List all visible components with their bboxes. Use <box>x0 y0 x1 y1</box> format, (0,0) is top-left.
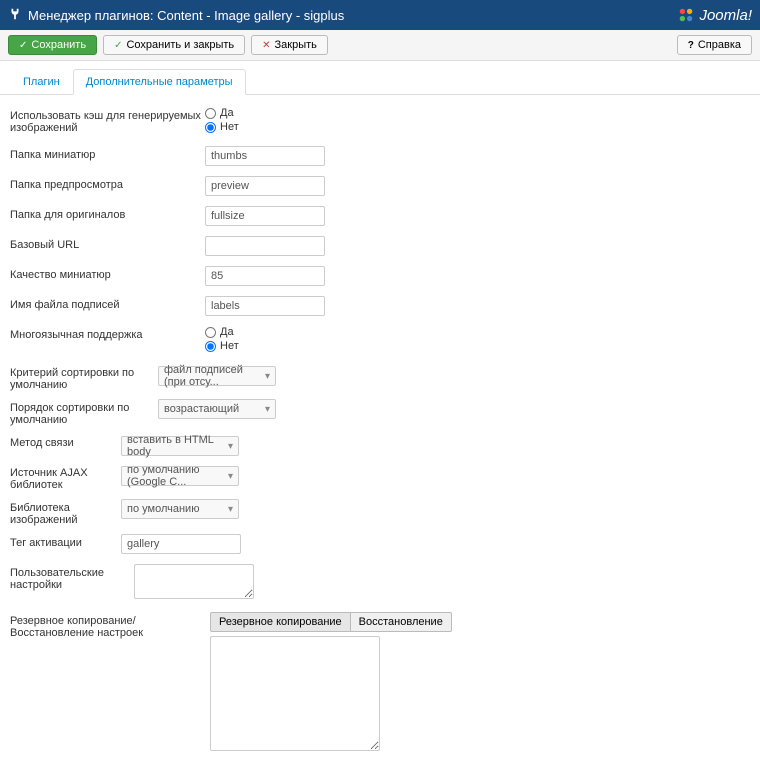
tab-plugin[interactable]: Плагин <box>10 69 73 94</box>
joomla-logo: Joomla! <box>677 6 752 24</box>
fullsize-folder-input[interactable] <box>205 206 325 226</box>
multilang-radio-group: Да Нет <box>205 326 239 352</box>
check-icon <box>114 39 122 51</box>
title-left: Менеджер плагинов: Content - Image galle… <box>8 7 344 24</box>
label-labels-file: Имя файла подписей <box>10 296 205 311</box>
thumb-quality-input[interactable] <box>205 266 325 286</box>
label-linkage: Метод связи <box>10 434 121 449</box>
restore-button[interactable]: Восстановление <box>351 612 452 632</box>
help-icon <box>688 39 694 51</box>
save-button[interactable]: Сохранить <box>8 35 97 55</box>
label-base-url: Базовый URL <box>10 236 205 251</box>
label-sort-criterion: Критерий сортировки по умолчанию <box>10 364 158 391</box>
multilang-no[interactable]: Нет <box>205 340 239 352</box>
form-content: Использовать кэш для генерируемых изобра… <box>0 95 760 774</box>
label-thumb-quality: Качество миниатюр <box>10 266 205 281</box>
close-button[interactable]: Закрыть <box>251 35 328 55</box>
sort-criterion-select[interactable]: файл подписей (при отсу... <box>158 366 276 386</box>
thumb-folder-input[interactable] <box>205 146 325 166</box>
save-close-button[interactable]: Сохранить и закрыть <box>103 35 245 55</box>
use-cache-yes[interactable]: Да <box>205 107 239 119</box>
preview-folder-input[interactable] <box>205 176 325 196</box>
label-img-library: Библиотека изображений <box>10 499 121 526</box>
check-icon <box>19 39 27 51</box>
multilang-yes[interactable]: Да <box>205 326 239 338</box>
label-preview-folder: Папка предпросмотра <box>10 176 205 191</box>
close-icon <box>262 39 270 51</box>
user-settings-textarea[interactable] <box>134 564 254 599</box>
label-fullsize-folder: Папка для оригиналов <box>10 206 205 221</box>
toolbar-left: Сохранить Сохранить и закрыть Закрыть <box>8 35 328 55</box>
label-multilang: Многоязычная поддержка <box>10 326 205 341</box>
activation-tag-input[interactable] <box>121 534 241 554</box>
ajax-source-select[interactable]: по умолчанию (Google C... <box>121 466 239 486</box>
title-bar: Менеджер плагинов: Content - Image galle… <box>0 0 760 30</box>
linkage-select[interactable]: вставить в HTML body <box>121 436 239 456</box>
label-sort-order: Порядок сортировки по умолчанию <box>10 399 158 426</box>
sort-order-select[interactable]: возрастающий <box>158 399 276 419</box>
label-use-cache: Использовать кэш для генерируемых изобра… <box>10 107 205 134</box>
tab-advanced[interactable]: Дополнительные параметры <box>73 69 246 95</box>
label-activation-tag: Тег активации <box>10 534 121 549</box>
base-url-input[interactable] <box>205 236 325 256</box>
tabs: Плагин Дополнительные параметры <box>0 69 760 95</box>
help-button[interactable]: Справка <box>677 35 752 55</box>
label-backup: Резервное копирование/Восстановление нас… <box>10 612 210 639</box>
img-library-select[interactable]: по умолчанию <box>121 499 239 519</box>
label-thumb-folder: Папка миниатюр <box>10 146 205 161</box>
plug-icon <box>8 7 22 24</box>
label-user-settings: Пользовательские настройки <box>10 564 134 591</box>
toolbar: Сохранить Сохранить и закрыть Закрыть Сп… <box>0 30 760 61</box>
backup-button[interactable]: Резервное копирование <box>210 612 351 632</box>
backup-restore-group: Резервное копирование Восстановление <box>210 612 452 632</box>
label-ajax-source: Источник AJAX библиотек <box>10 464 121 491</box>
use-cache-no[interactable]: Нет <box>205 121 239 133</box>
use-cache-radio-group: Да Нет <box>205 107 239 133</box>
labels-file-input[interactable] <box>205 296 325 316</box>
brand-text: Joomla! <box>699 7 752 24</box>
page-title: Менеджер плагинов: Content - Image galle… <box>28 8 344 23</box>
